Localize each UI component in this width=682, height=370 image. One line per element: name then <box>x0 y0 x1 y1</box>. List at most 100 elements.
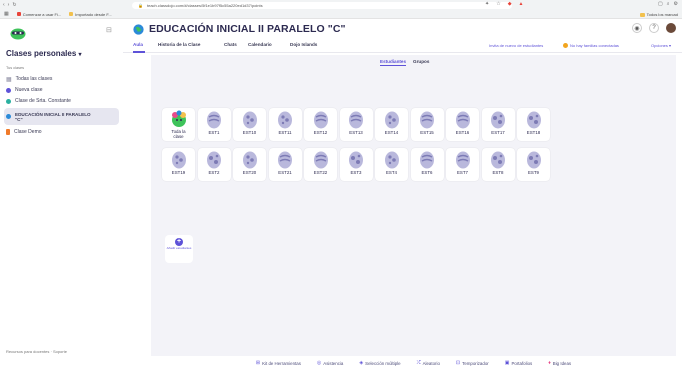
extensions: ✦ ☆ ◆ ▲ <box>485 1 524 7</box>
student-card[interactable]: EST9 <box>517 148 550 181</box>
record-icon[interactable]: ◉ <box>632 23 642 33</box>
support-link[interactable]: Soporte <box>53 349 67 354</box>
tab-chats[interactable]: Chats <box>224 42 237 47</box>
student-card[interactable]: EST21 <box>268 148 302 181</box>
student-name: EST19 <box>171 170 186 175</box>
sidebar-subtitle: Tus clases <box>6 66 25 70</box>
tab-aula[interactable]: Aula <box>133 42 143 47</box>
avatar[interactable] <box>666 23 676 33</box>
window-controls: ▢ ⌕ ⚙ <box>658 1 678 7</box>
url-text: teach.classdojo.com/#/classes/5f1e1b97f5… <box>146 3 263 8</box>
back-icon[interactable]: ‹ <box>3 2 5 8</box>
window-icon[interactable]: ▢ <box>658 1 663 7</box>
shield-icon[interactable]: ◆ <box>508 1 512 7</box>
bookmarks-bar: ▦ Comenzar a usar Fi... Importado desde … <box>0 10 682 19</box>
class-globe-icon <box>6 114 11 119</box>
bookmark-favicon-icon <box>16 12 21 16</box>
classdojo-logo-icon <box>10 28 26 40</box>
tab-class-story[interactable]: Historia de la Clase <box>158 42 200 47</box>
student-name: EST1 <box>208 130 220 135</box>
family-icon <box>563 43 568 49</box>
student-card[interactable]: EST2 <box>197 148 231 181</box>
egg-avatar-icon <box>526 151 541 169</box>
student-card[interactable]: EST7 <box>446 148 479 181</box>
student-card[interactable]: EST3 <box>339 148 373 181</box>
egg-avatar-icon <box>349 111 363 129</box>
main-panel: EDUCACIÓN INICIAL II PARALELO "C" ◉ ? Au… <box>123 19 682 370</box>
student-name: Toda la clase <box>171 129 186 139</box>
student-name: EST16 <box>455 130 470 135</box>
student-card[interactable]: EST15 <box>410 108 444 141</box>
student-card[interactable]: EST18 <box>517 108 550 141</box>
student-card[interactable]: EST22 <box>304 148 337 181</box>
apps-icon[interactable]: ▦ <box>4 11 9 17</box>
student-card[interactable]: EST4 <box>375 148 408 181</box>
settings-icon[interactable]: ⚙ <box>674 1 678 7</box>
demo-class-icon <box>6 129 10 135</box>
lock-icon: 🔒 <box>138 3 143 8</box>
address-bar[interactable]: 🔒 teach.classdojo.com/#/classes/5f1e1b97… <box>132 2 512 9</box>
sidebar-item-class[interactable]: Clase de Srta. Constante <box>4 96 119 106</box>
sidebar-item-new-class[interactable]: Nueva clase <box>4 85 119 95</box>
student-name: EST14 <box>384 130 399 135</box>
egg-avatar-icon <box>491 111 505 129</box>
student-card[interactable]: EST10 <box>233 108 266 141</box>
tab-search-icon[interactable]: ⌕ <box>667 1 670 7</box>
tab-calendar[interactable]: Calendario <box>248 42 272 47</box>
all-bookmarks[interactable]: Todos los marcad <box>639 12 678 17</box>
student-card[interactable]: EST8 <box>481 148 515 181</box>
sidebar-item-class-active[interactable]: EDUCACIÓN INICIAL II PARALELO "C" <box>4 108 119 125</box>
student-card[interactable]: EST16 <box>446 108 479 141</box>
collapse-sidebar-icon[interactable]: ⊟ <box>106 26 112 34</box>
egg-avatar-icon <box>420 151 434 169</box>
folder-icon <box>69 12 74 16</box>
warning-icon[interactable]: ▲ <box>519 1 524 7</box>
active-tab-indicator <box>133 51 145 53</box>
student-name: EST11 <box>278 130 292 135</box>
families-link[interactable]: No hay familias conectadas <box>563 43 619 49</box>
egg-avatar-icon <box>313 151 328 169</box>
help-icon[interactable]: ? <box>649 23 659 33</box>
reload-icon[interactable]: ↻ <box>12 2 16 8</box>
subtab-groups[interactable]: Grupos <box>413 59 429 66</box>
subtab-students[interactable]: Estudiantes <box>380 59 407 66</box>
resources-link[interactable]: Recursos para docentes <box>6 349 49 354</box>
class-header: EDUCACIÓN INICIAL II PARALELO "C" ◉ ? <box>123 19 682 39</box>
student-card[interactable]: EST14 <box>375 108 408 141</box>
student-card[interactable]: EST13 <box>339 108 373 141</box>
whole-class-card[interactable]: Toda la clase <box>162 108 195 141</box>
egg-avatar-icon <box>242 151 257 169</box>
student-card[interactable]: EST12 <box>304 108 337 141</box>
bookmark-item[interactable]: Comenzar a usar Fi... <box>16 12 61 17</box>
tab-dojo-islands[interactable]: Dojo Islands <box>290 42 317 47</box>
sidebar-item-all-classes[interactable]: ▦ Todas las clases <box>4 74 119 84</box>
class-tabs: Aula Historia de la Clase Chats Calendar… <box>123 40 682 53</box>
student-name: EST4 <box>386 170 397 175</box>
egg-avatar-icon <box>420 111 434 129</box>
student-card[interactable]: EST1 <box>197 108 231 141</box>
sidebar-title[interactable]: Clases personales ▾ <box>6 49 82 58</box>
extension-icon[interactable]: ✦ <box>485 1 489 7</box>
student-card[interactable]: EST19 <box>162 148 195 181</box>
student-card[interactable]: EST11 <box>268 108 302 141</box>
forward-icon[interactable]: › <box>8 2 10 8</box>
invite-students-link[interactable]: Invita de nuevo de estudiantes <box>489 43 543 48</box>
student-name: EST18 <box>526 130 541 135</box>
student-name: EST22 <box>313 170 328 175</box>
add-student-button[interactable]: + Añadir estudiantes <box>165 235 193 263</box>
student-name: EST13 <box>349 130 363 135</box>
globe-icon <box>133 24 144 35</box>
egg-avatar-icon <box>207 111 221 129</box>
student-name: EST10 <box>242 130 257 135</box>
student-card[interactable]: EST20 <box>233 148 266 181</box>
student-card[interactable]: EST17 <box>481 108 515 141</box>
bookmark-item[interactable]: Importado desde F... <box>69 12 112 17</box>
star-icon[interactable]: ☆ <box>496 1 500 7</box>
options-menu[interactable]: Opciones ▾ <box>651 43 671 48</box>
browser-nav: ‹ › ↻ <box>3 2 17 8</box>
sidebar-item-demo-class[interactable]: Clase Demo <box>4 127 119 137</box>
student-card[interactable]: EST6 <box>410 148 444 181</box>
egg-avatar-icon <box>313 111 328 129</box>
student-name: EST2 <box>208 170 220 175</box>
student-name: EST21 <box>278 170 292 175</box>
